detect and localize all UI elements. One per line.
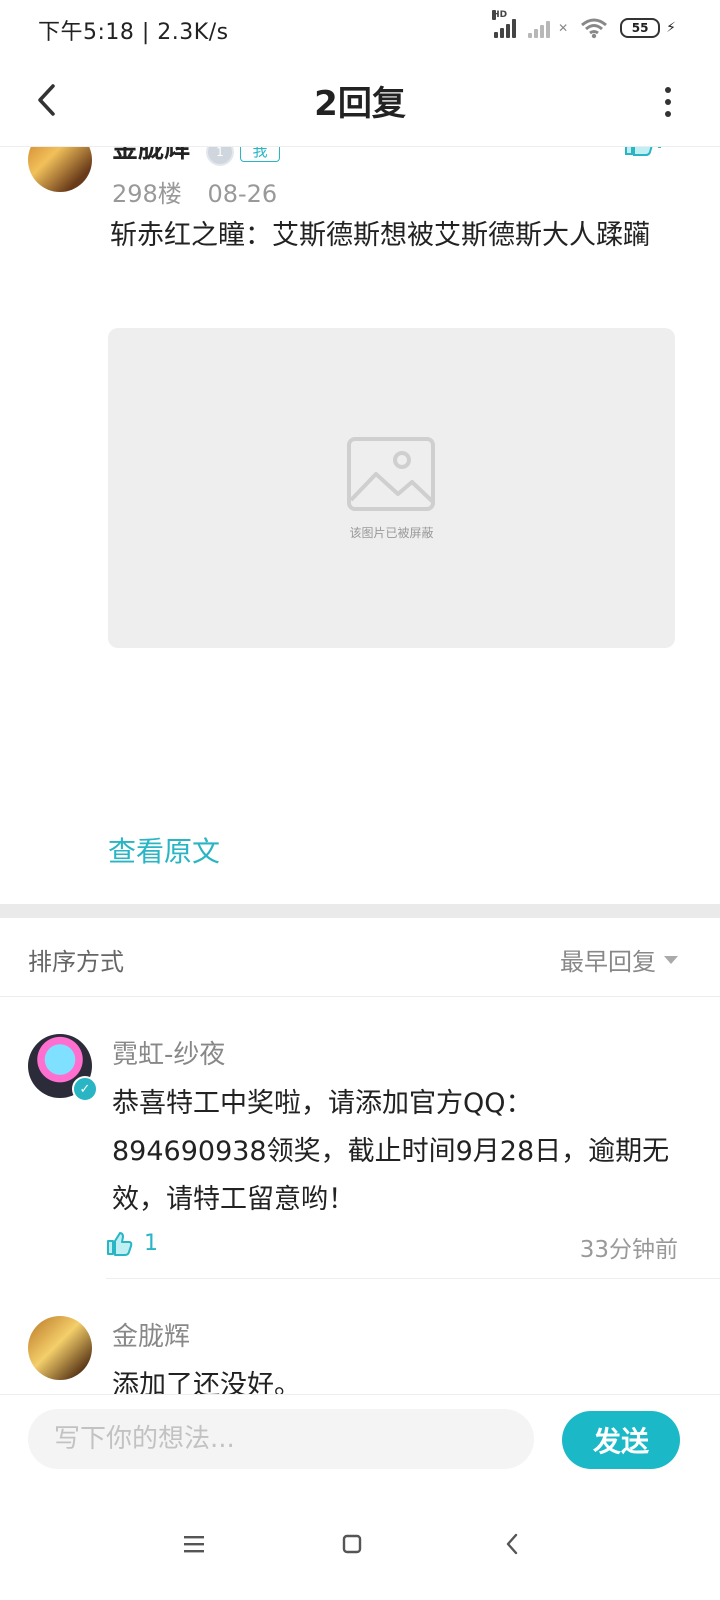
menu-icon bbox=[184, 1536, 204, 1553]
sort-bar: 排序方式 最早回复 bbox=[0, 918, 720, 997]
verified-badge-icon: ✓ bbox=[72, 1076, 98, 1102]
send-button[interactable]: 发送 bbox=[562, 1411, 680, 1469]
page-title-overlay: 2回复 bbox=[314, 84, 406, 124]
reply-author-name[interactable]: 金胧辉 bbox=[112, 1316, 190, 1353]
more-dot-icon bbox=[665, 99, 671, 105]
more-options-button-overlay[interactable] bbox=[656, 82, 680, 122]
system-nav-bar bbox=[0, 1484, 720, 1600]
more-dot-icon bbox=[665, 111, 671, 117]
reply-divider bbox=[106, 1278, 720, 1279]
header-foreground: 2回复 bbox=[0, 56, 720, 146]
hd-label: HD bbox=[492, 10, 508, 20]
reply-like-button[interactable]: 1 bbox=[106, 1230, 158, 1256]
comment-input[interactable] bbox=[28, 1409, 534, 1469]
post-date: 08-26 bbox=[207, 180, 278, 208]
reply-author-avatar[interactable] bbox=[28, 1316, 92, 1380]
battery-icon: 55 bbox=[620, 18, 661, 38]
reply-like-count: 1 bbox=[144, 1230, 158, 1256]
section-separator bbox=[0, 904, 720, 918]
sort-dropdown[interactable]: 最早回复 bbox=[560, 942, 678, 977]
nav-back-button[interactable] bbox=[482, 1514, 542, 1574]
status-icons: HD ✕ 55 ⚡ bbox=[492, 10, 676, 40]
reply-author-name[interactable]: 霓虹-纱夜 bbox=[112, 1034, 225, 1071]
more-dot-icon bbox=[665, 87, 671, 93]
view-original-link[interactable]: 查看原文 bbox=[108, 830, 220, 870]
status-time-speed: 下午5:18 | 2.3K/s bbox=[38, 20, 229, 45]
cellular-signal-icon: HD bbox=[492, 10, 517, 38]
sort-label: 排序方式 bbox=[28, 948, 124, 976]
reply-content: 恭喜特工中奖啦，请添加官方QQ：894690938领奖，截止时间9月28日，逾期… bbox=[112, 1088, 670, 1215]
reply-time: 33分钟前 bbox=[579, 1237, 678, 1263]
status-bar: 下午5:18 | 2.3K/s HD ✕ 55 ⚡ bbox=[0, 0, 720, 56]
post-meta: 298楼 08-26 bbox=[112, 174, 277, 209]
sort-selected-value: 最早回复 bbox=[560, 948, 656, 976]
home-square-icon bbox=[342, 1534, 362, 1554]
thumbs-up-icon bbox=[107, 1232, 133, 1256]
cellular-signal-2-icon bbox=[528, 18, 551, 38]
wifi-icon bbox=[581, 18, 608, 39]
blocked-image[interactable]: 该图片已被屏蔽 bbox=[108, 328, 675, 648]
nav-home-button[interactable] bbox=[322, 1514, 382, 1574]
post-floor: 298楼 bbox=[112, 180, 182, 208]
back-triangle-icon bbox=[506, 1533, 518, 1555]
chevron-down-icon bbox=[664, 955, 678, 964]
comment-composer: 发送 bbox=[0, 1394, 720, 1485]
post-content: 斩赤红之瞳：艾斯德斯想被艾斯德斯大人蹂躏 bbox=[110, 220, 650, 251]
image-blocked-caption: 该图片已被屏蔽 bbox=[349, 526, 434, 540]
charging-icon: ⚡ bbox=[666, 20, 676, 36]
no-signal-x-icon: ✕ bbox=[558, 21, 569, 35]
nav-menu-button[interactable] bbox=[164, 1514, 224, 1574]
image-placeholder-icon bbox=[347, 437, 435, 511]
